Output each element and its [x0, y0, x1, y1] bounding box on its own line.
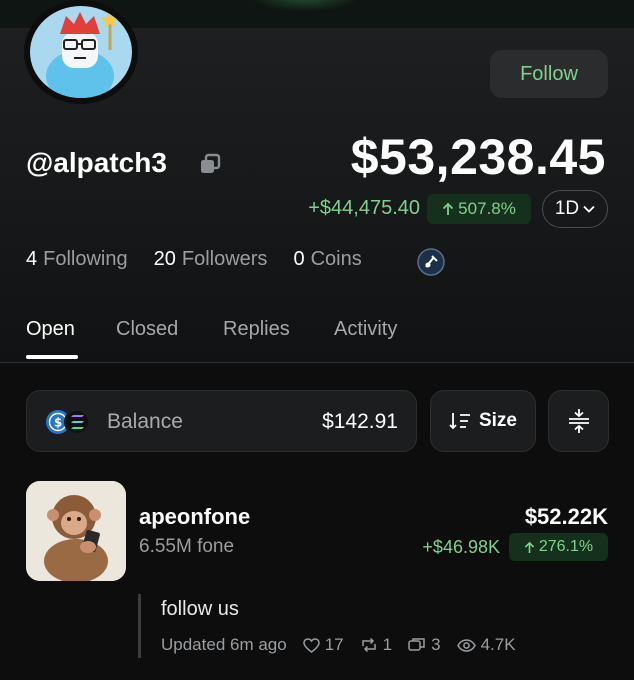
repost-icon	[361, 637, 376, 653]
banner-glow	[250, 0, 360, 12]
comment-text[interactable]: follow us	[161, 598, 239, 621]
updated-time: Updated 6m ago	[161, 635, 287, 654]
portfolio-change-amount: +$44,475.40	[308, 197, 420, 219]
reply-button[interactable]: 3	[408, 635, 441, 655]
portfolio-balance: $53,238.45	[350, 129, 606, 185]
balance-value: $142.91	[322, 410, 398, 433]
heart-icon	[302, 637, 320, 653]
portfolio-change-badge: 507.8%	[427, 194, 531, 224]
followers-stat[interactable]: 20 Followers	[154, 248, 268, 271]
coin-icons: $	[46, 409, 90, 435]
token-value: $52.22K	[524, 504, 608, 529]
tab-open[interactable]: Open	[26, 318, 75, 341]
token-change-amount: +$46.98K	[422, 537, 500, 557]
arrow-up-icon	[443, 202, 454, 215]
coins-stat[interactable]: 0 Coins	[293, 248, 361, 271]
tab-activity[interactable]: Activity	[334, 318, 397, 341]
views-count: 4.7K	[456, 635, 516, 655]
comment-meta: Updated 6m ago 17 1 3 4.7K	[161, 635, 532, 655]
period-selector[interactable]: 1D	[542, 190, 608, 228]
like-button[interactable]: 17	[302, 635, 344, 655]
token-name[interactable]: apeonfone	[139, 504, 250, 530]
portfolio-change-percent: 507.8%	[458, 199, 516, 218]
tab-replies[interactable]: Replies	[223, 318, 290, 341]
sort-icon	[449, 413, 470, 430]
sort-label: Size	[478, 410, 518, 431]
profile-tabs: Open Closed Replies Activity	[0, 310, 634, 363]
sort-size-button[interactable]: Size	[430, 390, 536, 452]
follow-button[interactable]: Follow	[490, 50, 608, 98]
arrow-up-icon	[524, 541, 535, 553]
solana-icon	[64, 409, 90, 435]
eye-icon	[456, 638, 476, 652]
tab-closed[interactable]: Closed	[116, 318, 178, 341]
profile-stats: 4 Following 20 Followers 0 Coins	[26, 248, 388, 271]
filter-button[interactable]	[548, 390, 609, 452]
chevron-down-icon	[583, 205, 595, 213]
tag-icon[interactable]	[417, 248, 445, 276]
repost-button[interactable]: 1	[360, 635, 392, 655]
avatar[interactable]	[24, 0, 138, 104]
token-change-badge: 276.1%	[509, 533, 608, 561]
token-change-percent: 276.1%	[538, 538, 594, 555]
thread-line	[138, 594, 141, 658]
balance-label: Balance	[107, 410, 183, 433]
period-label: 1D	[554, 198, 580, 219]
following-stat[interactable]: 4 Following	[26, 248, 128, 271]
reply-icon	[408, 638, 425, 651]
svg-text:$: $	[54, 416, 62, 430]
token-holding: 6.55M fone	[139, 536, 235, 557]
active-tab-indicator	[26, 355, 78, 359]
balance-selector[interactable]: $ Balance $142.91	[26, 390, 417, 452]
username: @alpatch3	[26, 147, 167, 178]
token-image[interactable]	[26, 481, 126, 581]
filter-icon	[568, 409, 589, 433]
copy-icon[interactable]	[198, 152, 222, 176]
